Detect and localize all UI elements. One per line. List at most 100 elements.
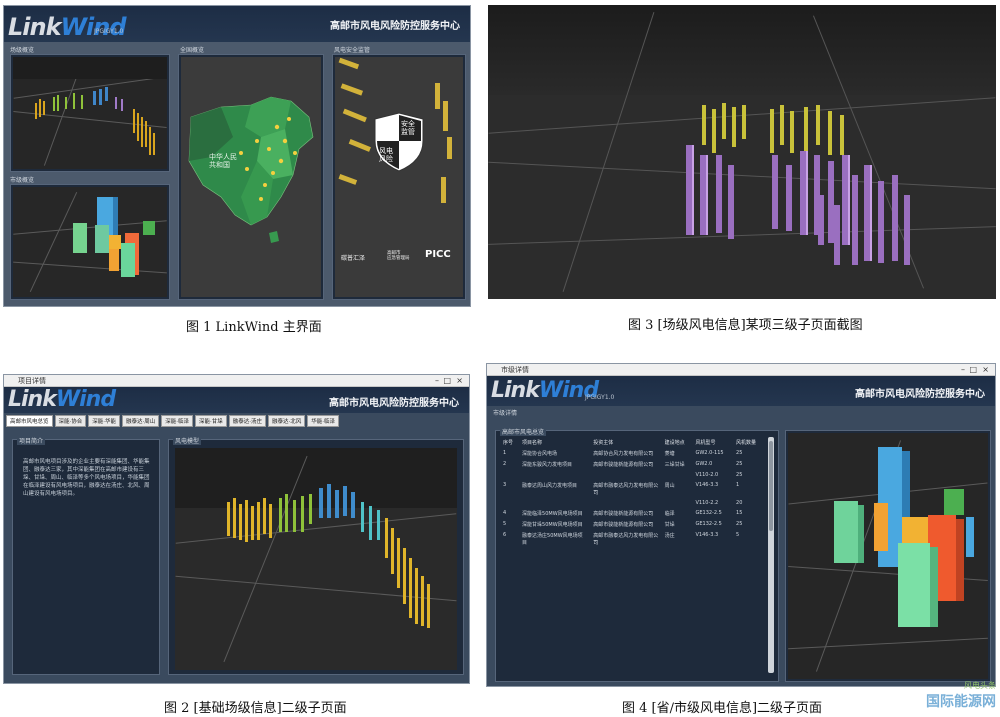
table-cell: 15 <box>736 510 743 516</box>
panel-label-country: 全国概览 <box>180 47 205 54</box>
tab-8[interactable]: 华能·临泽 <box>307 415 340 427</box>
table-row[interactable]: 4 深能临泽50MW风电场项目 高邮市骏能新能源有限公司 临泽 GE132-2.5 15 <box>500 508 764 519</box>
city-detail-window: 市级详情 – □ × LinkWind JPGIGY1.0 高邮市风电风险防控服… <box>486 363 996 687</box>
table-cell: 深能临泽50MW风电场项目 <box>522 511 583 517</box>
partner-logo-c: PICC <box>425 249 451 260</box>
version-label: JPGIGY1.0 <box>94 28 124 35</box>
table-cell: 25 <box>736 461 743 467</box>
col-header: 项目名称 <box>522 440 543 446</box>
city-3d-bars[interactable] <box>788 433 988 679</box>
table-cell: 临泽 <box>664 511 675 517</box>
table-cell: 高邮协合风力发电有限公司 <box>593 451 654 457</box>
table-cell <box>662 498 693 508</box>
caption-figure-1: 图 1 LinkWind 主界面 <box>186 320 322 335</box>
panel-label-farm: 场级概览 <box>10 47 35 54</box>
table-cell: V146-3.3 <box>695 532 719 538</box>
tab-7[interactable]: 融泰达·北风 <box>268 415 306 427</box>
minimize-icon[interactable]: – <box>435 375 439 387</box>
tab-3[interactable]: 融泰达·周山 <box>122 415 160 427</box>
farm-3d-map[interactable] <box>13 57 167 169</box>
table-cell: 6 <box>503 532 507 538</box>
app-header: LinkWind JPGIGY1.0 高邮市风电风险防控服务中心 <box>487 376 995 406</box>
watermark-line-2: 风电头条 <box>964 681 996 690</box>
col-header: 建设地点 <box>664 440 685 446</box>
partner-logo-a: 碳普汇泽 <box>341 255 366 262</box>
shield-text-top: 安全 监管 <box>401 120 415 136</box>
table-row[interactable]: 5 深能甘垛50MW风电场项目 高邮市骏能新能源有限公司 甘垛 GE132-2.5 25 <box>500 519 764 530</box>
col-header: 风机型号 <box>695 440 716 446</box>
table-cell: 菱塘 <box>664 451 675 457</box>
figure-1: LinkWind JPGIGY1.0 高邮市风电风险防控服务中心 场级概览 市级… <box>3 5 471 307</box>
partner-logo-b: 高邮市 应急管理局 <box>387 251 410 261</box>
table-row[interactable]: 3 融泰达周山风力发电项目 高邮市融泰达风力发电有限公司 周山 V146-3.3 1 <box>500 480 764 498</box>
wind-farm-table: 序号 项目名称 投资主体 建设地点 风机型号 风机数量 1 深能协合风电场 高邮协合… <box>500 437 764 548</box>
intro-label: 项目简介 <box>17 436 46 445</box>
table-cell <box>519 498 590 508</box>
security-3d-view: 安全 监管 风电 风险 碳普汇泽 高邮市 应急管理局 PICC <box>335 57 463 297</box>
app-title: 高邮市风电风险防控服务中心 <box>330 21 460 32</box>
table-cell: 三垛甘垛 <box>664 462 685 468</box>
window-titlebar: 市级详情 – □ × <box>487 364 995 376</box>
tab-1[interactable]: 深能·协合 <box>54 415 87 427</box>
sub-page-label: 市级详情 <box>493 410 518 417</box>
table-cell: 融泰达周山风力发电项目 <box>522 483 578 489</box>
wind-model-3d-map[interactable] <box>175 448 457 670</box>
caption-figure-3: 图 3 [场级风电信息]某项三级子页面截图 <box>628 318 863 333</box>
tab-6[interactable]: 融泰达·汤庄 <box>228 415 267 427</box>
table-cell: 25 <box>736 450 743 456</box>
table-cell: 高邮市骏能新能源有限公司 <box>593 522 654 528</box>
table-cell: GW2.0 <box>695 461 713 467</box>
tab-4[interactable]: 深能·临泽 <box>161 415 194 427</box>
col-header: 投资主体 <box>593 440 614 446</box>
table-cell <box>500 470 519 480</box>
panel-label-security: 风电安全监管 <box>334 47 371 54</box>
table-cell: GE132-2.5 <box>695 521 722 527</box>
panel-label-city: 市级概览 <box>10 177 35 184</box>
table-row[interactable]: V110-2.0 25 <box>500 470 764 480</box>
table-scrollbar[interactable] <box>768 437 774 673</box>
table-row[interactable]: 6 融泰达汤庄50MW风电场项目 高邮市融泰达风力发电有限公司 汤庄 V146-3.3 5 <box>500 530 764 548</box>
close-icon[interactable]: × <box>982 364 989 376</box>
farm-detail-3d-map[interactable] <box>488 5 996 299</box>
table-cell: 3 <box>503 482 507 488</box>
main-window: LinkWind JPGIGY1.0 高邮市风电风险防控服务中心 场级概览 市级… <box>3 5 471 307</box>
table-cell: V110-2.0 <box>695 472 719 478</box>
china-map[interactable]: 中华人民 共和国 <box>181 57 321 297</box>
version-label: JPGIGY1.0 <box>585 394 615 401</box>
table-label: 高邮市风电总览 <box>500 427 547 436</box>
country-overview-panel[interactable]: 中华人民 共和国 <box>178 54 324 300</box>
city-overview-panel[interactable] <box>10 184 170 300</box>
table-cell: 1 <box>736 482 740 488</box>
table-row[interactable]: V110-2.2 20 <box>500 498 764 508</box>
table-row[interactable]: 2 深能东骏风力发电项目 高邮市骏能新能源有限公司 三垛甘垛 GW2.0 25 <box>500 459 764 470</box>
app-logo: LinkWind <box>8 13 127 41</box>
col-header: 序号 <box>503 440 514 446</box>
close-icon[interactable]: × <box>456 375 463 387</box>
table-cell <box>662 470 693 480</box>
map-country-label: 中华人民 共和国 <box>209 153 237 169</box>
minimize-icon[interactable]: – <box>961 364 965 376</box>
app-header: LinkWind 高邮市风电风险防控服务中心 <box>4 387 469 413</box>
table-cell: 高邮市融泰达风力发电有限公司 <box>593 483 659 496</box>
table-cell <box>519 470 590 480</box>
maximize-icon[interactable]: □ <box>969 364 977 376</box>
farm-overview-panel[interactable] <box>10 54 170 172</box>
tab-0[interactable]: 高邮市风电总览 <box>6 415 53 427</box>
table-cell: 深能协合风电场 <box>522 451 558 457</box>
table-cell <box>590 498 661 508</box>
security-panel[interactable]: 安全 监管 风电 风险 碳普汇泽 高邮市 应急管理局 PICC <box>332 54 466 300</box>
maximize-icon[interactable]: □ <box>443 375 451 387</box>
table-cell: GW2.0-115 <box>695 450 724 456</box>
table-cell: 高邮市融泰达风力发电有限公司 <box>593 533 659 546</box>
city-3d-map[interactable] <box>13 187 167 297</box>
tab-5[interactable]: 深能·甘垛 <box>195 415 227 427</box>
table-row[interactable]: 1 深能协合风电场 高邮协合风力发电有限公司 菱塘 GW2.0-115 25 <box>500 448 764 459</box>
wind-model-panel: 风电模型 <box>168 436 464 675</box>
table-cell: V110-2.2 <box>695 500 719 506</box>
table-cell: 4 <box>503 510 507 516</box>
tab-2[interactable]: 深能·华能 <box>88 415 121 427</box>
figure-4: 市级详情 – □ × LinkWind JPGIGY1.0 高邮市风电风险防控服… <box>486 363 996 687</box>
figure-3 <box>488 5 996 299</box>
table-cell <box>500 498 519 508</box>
wind-table-panel: 高邮市风电总览 序号 项目名称 投资主体 建设地点 风机型号 风机数量 1 深能协… <box>495 427 779 682</box>
